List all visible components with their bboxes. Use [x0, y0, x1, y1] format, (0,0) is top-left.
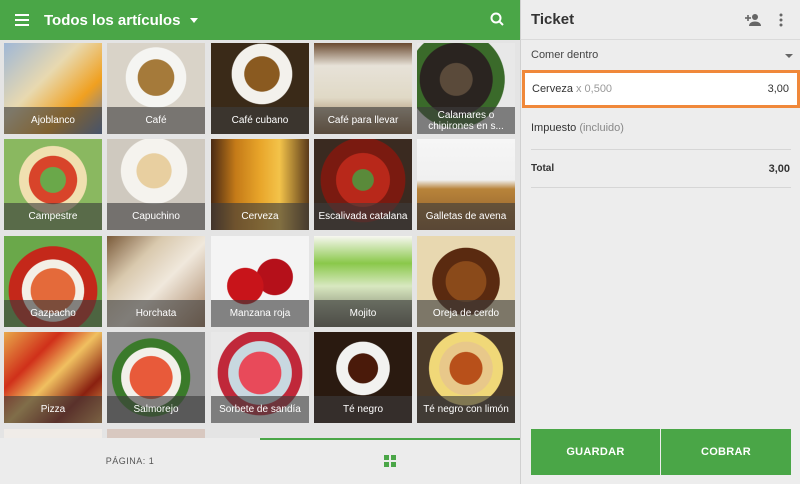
item-tile[interactable]: [107, 429, 205, 438]
chevron-down-icon: [190, 17, 199, 23]
item-label: Capuchino: [107, 203, 205, 230]
item-tile[interactable]: Mojito: [314, 236, 412, 327]
item-tile[interactable]: Café: [107, 43, 205, 134]
item-tile[interactable]: [4, 429, 102, 438]
item-label: Cerveza: [211, 203, 309, 230]
item-label: Gazpacho: [4, 300, 102, 327]
item-tile[interactable]: Oreja de cerdo: [417, 236, 515, 327]
item-label: Manzana roja: [211, 300, 309, 327]
item-tile[interactable]: Café para llevar: [314, 43, 412, 134]
items-toolbar: Todos los artículos: [0, 0, 520, 40]
item-tile[interactable]: Café cubano: [211, 43, 309, 134]
item-tile[interactable]: Gazpacho: [4, 236, 102, 327]
item-label: Café: [107, 107, 205, 134]
item-tile[interactable]: Salmorejo: [107, 332, 205, 423]
item-label: Calamares o chipirones en s...: [417, 107, 515, 134]
item-tile[interactable]: Capuchino: [107, 139, 205, 230]
tax-row: Impuesto (incluido): [531, 122, 624, 134]
item-tile[interactable]: Horchata: [107, 236, 205, 327]
ticket-line-item[interactable]: Cerveza x 0,500 3,00: [522, 70, 800, 108]
items-panel: Todos los artículos Ajoblanco Café Café cu…: [0, 0, 520, 484]
dining-option-dropdown[interactable]: Comer dentro: [521, 40, 800, 70]
tax-note: (incluido): [579, 122, 624, 134]
item-image: [4, 429, 102, 438]
item-tile[interactable]: Calamares o chipirones en s...: [417, 43, 515, 134]
ticket-header: Ticket: [521, 0, 800, 40]
grid-icon[interactable]: [260, 438, 520, 484]
item-tile[interactable]: Ajoblanco: [4, 43, 102, 134]
item-label: Horchata: [107, 300, 205, 327]
item-label: Salmorejo: [107, 396, 205, 423]
pager-bar: PÁGINA: 1: [0, 438, 520, 484]
category-title: Todos los artículos: [44, 11, 181, 29]
ticket-title: Ticket: [531, 11, 575, 28]
total-amount: 3,00: [768, 163, 790, 175]
line-item-name: Cerveza: [532, 83, 573, 95]
tax-label: Impuesto: [531, 122, 577, 134]
chevron-down-icon: [785, 54, 793, 58]
item-label: Mojito: [314, 300, 412, 327]
ticket-panel: Ticket Comer dentro Cerveza x 0,500 3,00…: [520, 0, 800, 484]
line-item-amount: 3,00: [767, 83, 789, 95]
item-label: Té negro con limón: [417, 396, 515, 423]
divider: [531, 187, 791, 188]
menu-icon[interactable]: [0, 0, 44, 40]
item-label: Café para llevar: [314, 107, 412, 134]
category-selector[interactable]: Todos los artículos: [44, 11, 199, 29]
item-tile[interactable]: Pizza: [4, 332, 102, 423]
item-image: [107, 429, 205, 438]
item-label: Té negro: [314, 396, 412, 423]
item-tile[interactable]: Té negro: [314, 332, 412, 423]
more-vert-icon[interactable]: [772, 11, 790, 29]
item-label: Campestre: [4, 203, 102, 230]
item-tile[interactable]: Cerveza: [211, 139, 309, 230]
item-tile[interactable]: Té negro con limón: [417, 332, 515, 423]
total-label: Total: [531, 163, 555, 174]
item-label: Escalivada catalana: [314, 203, 412, 230]
line-item-qty: x 0,500: [575, 83, 613, 95]
add-customer-icon[interactable]: [744, 11, 762, 29]
item-tile[interactable]: Manzana roja: [211, 236, 309, 327]
item-tile[interactable]: Escalivada catalana: [314, 139, 412, 230]
item-label: Oreja de cerdo: [417, 300, 515, 327]
item-tile[interactable]: Galletas de avena: [417, 139, 515, 230]
item-label: Galletas de avena: [417, 203, 515, 230]
item-tile[interactable]: Campestre: [4, 139, 102, 230]
page-label: PÁGINA: 1: [105, 456, 155, 466]
search-icon[interactable]: [488, 10, 508, 30]
item-label: Café cubano: [211, 107, 309, 134]
item-label: Pizza: [4, 396, 102, 423]
charge-button[interactable]: COBRAR: [661, 429, 791, 475]
item-label: Sorbete de sandía: [211, 396, 309, 423]
dining-option-value: Comer dentro: [531, 49, 599, 61]
item-tile[interactable]: Sorbete de sandía: [211, 332, 309, 423]
divider: [531, 149, 791, 150]
item-label: Ajoblanco: [4, 107, 102, 134]
items-grid: Ajoblanco Café Café cubano Café para llevar…: [4, 43, 517, 438]
save-button[interactable]: GUARDAR: [531, 429, 660, 475]
